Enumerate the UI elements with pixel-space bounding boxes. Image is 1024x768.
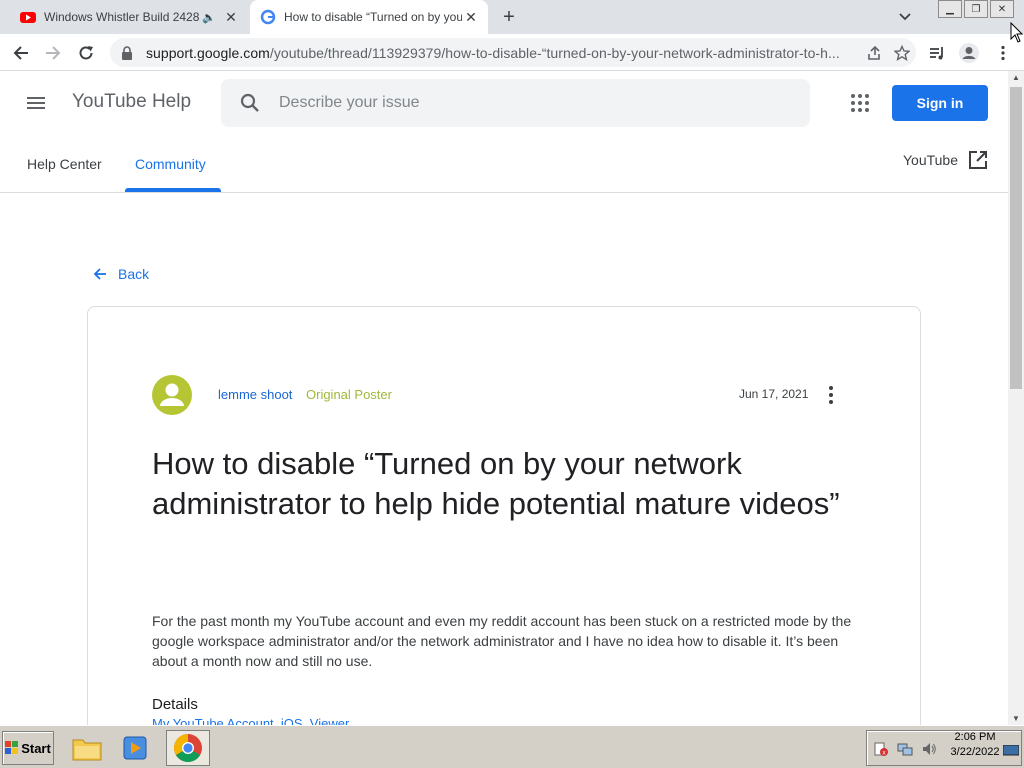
taskbar: Start x [0,725,1024,768]
browser-tabstrip: Windows Whistler Build 2428 - 🔈 ✕ How to… [0,0,1024,34]
clock-date: 3/22/2022 [950,746,1000,758]
reload-icon [79,46,93,60]
network-icon[interactable] [897,741,913,757]
forward-nav-button[interactable] [40,40,66,66]
active-tab-indicator [125,188,221,192]
clock-time: 2:06 PM [954,731,996,743]
thread-card [87,306,921,746]
reload-button[interactable] [73,40,99,66]
thread-title: How to disable “Turned on by your networ… [152,446,840,521]
security-alert-icon[interactable]: x [873,741,889,757]
product-title[interactable]: YouTube Help [72,91,191,113]
back-label: Back [118,266,150,282]
search-placeholder: Describe your issue [279,94,420,111]
volume-icon[interactable] [921,741,937,757]
help-header: YouTube Help Describe your issue Sign in [0,71,1008,135]
open-in-new-icon [969,151,987,169]
lock-icon[interactable] [120,45,134,60]
browser-toolbar: support.google.com/youtube/thread/113929… [0,34,1024,71]
details-heading: Details [152,696,198,713]
windows-logo-icon [5,741,19,754]
browser-tab[interactable]: Windows Whistler Build 2428 - 🔈 ✕ [8,0,248,34]
new-tab-button[interactable]: + [498,6,520,28]
tab-help-center[interactable]: Help Center [27,135,102,192]
bookmark-star-icon[interactable] [888,39,916,67]
url-host: support.google.com [146,44,270,61]
help-subnav: Help Center Community YouTube [0,135,1008,193]
tab-search-chevron-icon[interactable] [896,8,914,26]
start-label: Start [21,740,51,756]
original-poster-badge: Original Poster [306,387,392,402]
google-apps-icon[interactable] [848,91,872,115]
external-link-label: YouTube [902,152,958,168]
sign-in-button[interactable]: Sign in [892,85,988,121]
tab-title: How to disable “Turned on by your n [284,10,462,24]
url-path: /youtube/thread/113929379/how-to-disable… [269,44,840,61]
start-button[interactable]: Start [2,731,54,765]
speaker-icon[interactable]: 🔈 [202,11,216,24]
arrow-back-icon [93,268,106,280]
author-name[interactable]: lemme shoot [218,387,292,402]
back-nav-button[interactable] [8,40,34,66]
scroll-down-icon[interactable]: ▼ [1012,714,1020,723]
media-player-icon[interactable] [117,730,153,766]
url-text: support.google.com/youtube/thread/113929… [146,45,860,61]
mouse-cursor-icon [1010,22,1024,43]
google-favicon-icon [260,9,276,25]
post-date: Jun 17, 2021 [739,387,809,401]
youtube-external-link[interactable]: YouTube [903,150,988,170]
media-control-icon[interactable] [924,40,950,66]
share-icon[interactable] [860,39,888,67]
svg-text:x: x [882,750,886,757]
close-window-button[interactable]: ✕ [990,0,1014,18]
browser-tab-active[interactable]: How to disable “Turned on by your n ✕ [250,0,488,34]
maximize-window-button[interactable]: ❐ [964,0,988,18]
more-options-icon[interactable] [821,384,841,406]
scroll-up-icon[interactable]: ▲ [1012,73,1020,82]
taskbar-clock[interactable]: 2:06 PM 3/22/2022 [948,730,1002,760]
avatar[interactable] [152,375,192,415]
tab-community[interactable]: Community [135,135,206,192]
arrow-left-icon [13,46,28,60]
scrollbar-thumb[interactable] [1010,87,1022,389]
back-link[interactable]: Back [92,266,149,282]
profile-avatar-icon[interactable] [956,40,982,66]
details-tags[interactable]: My YouTube Account, iOS, Viewer [152,716,349,725]
minimize-window-button[interactable]: ▁ [938,0,962,18]
window-controls: ▁ ❐ ✕ [938,0,1014,18]
thread-body: For the past month my YouTube account an… [152,613,852,669]
close-tab-icon[interactable]: ✕ [222,8,240,26]
address-bar[interactable]: support.google.com/youtube/thread/113929… [110,38,916,67]
youtube-favicon-icon [20,12,36,23]
tab-title: Windows Whistler Build 2428 - [44,10,203,24]
search-input[interactable]: Describe your issue [221,79,810,127]
arrow-right-icon [46,46,61,60]
chrome-taskbar-icon[interactable] [166,730,210,766]
search-icon [240,93,259,112]
page-scrollbar[interactable]: ▲ ▼ [1008,71,1024,725]
explorer-folder-icon[interactable] [69,730,105,766]
close-tab-icon[interactable]: ✕ [462,8,480,26]
hamburger-menu-icon[interactable] [24,91,48,115]
show-desktop-icon[interactable] [1003,745,1019,757]
